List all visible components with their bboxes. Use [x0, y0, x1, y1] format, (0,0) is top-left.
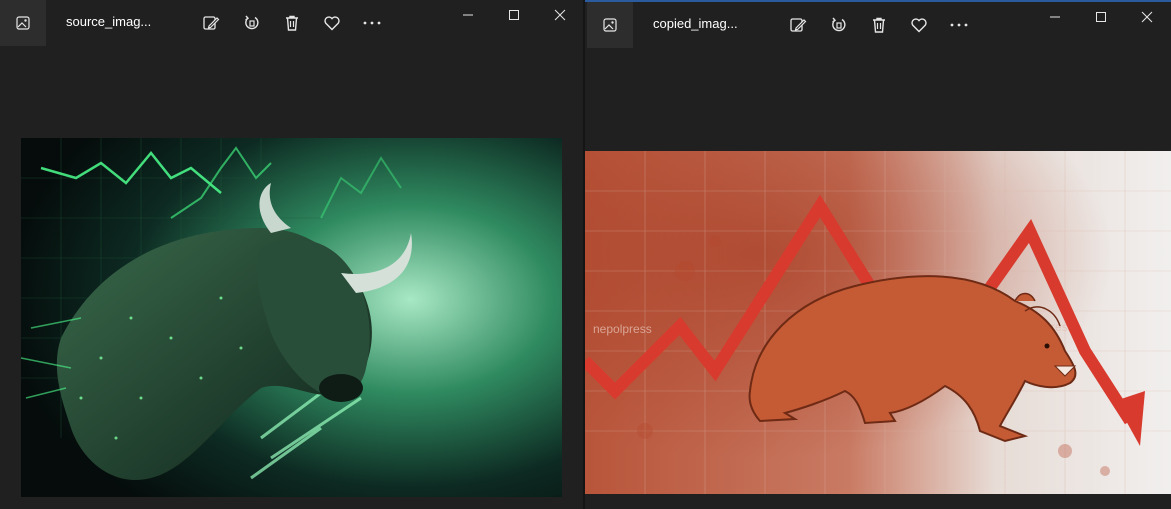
- photos-app-icon: [0, 0, 46, 46]
- maximize-icon: [508, 9, 520, 21]
- delete-icon: [283, 14, 301, 32]
- title-bar[interactable]: source_imag...: [0, 0, 583, 46]
- rotate-icon: [830, 16, 848, 34]
- window-title: copied_imag...: [653, 16, 738, 31]
- favorite-icon: [910, 16, 928, 34]
- delete-button[interactable]: [865, 11, 893, 39]
- photos-app-icon: [587, 2, 633, 48]
- bear-image: nepolpress nepolpress nepolpress: [585, 151, 1171, 494]
- close-icon: [554, 9, 566, 21]
- window-title: source_imag...: [66, 14, 152, 29]
- more-options-button[interactable]: [945, 11, 973, 39]
- delete-button[interactable]: [278, 9, 306, 37]
- more-icon: [362, 20, 382, 26]
- maximize-icon: [1095, 11, 1107, 23]
- rotate-button[interactable]: [825, 11, 853, 39]
- rotate-button[interactable]: [238, 9, 266, 37]
- close-icon: [1141, 11, 1153, 23]
- photo-viewer-window-right: copied_imag... nepolpress: [585, 0, 1171, 509]
- delete-icon: [870, 16, 888, 34]
- more-options-button[interactable]: [358, 9, 386, 37]
- minimize-icon: [1049, 11, 1061, 23]
- bull-image: [21, 138, 562, 497]
- close-button[interactable]: [1124, 2, 1170, 32]
- rotate-icon: [243, 14, 261, 32]
- more-icon: [949, 22, 969, 28]
- minimize-icon: [462, 9, 474, 21]
- maximize-button[interactable]: [491, 0, 537, 30]
- favorite-icon: [323, 14, 341, 32]
- minimize-button[interactable]: [445, 0, 491, 30]
- favorite-button[interactable]: [318, 9, 346, 37]
- edit-image-button[interactable]: [784, 11, 812, 39]
- edit-image-icon: [789, 16, 807, 34]
- favorite-button[interactable]: [905, 11, 933, 39]
- edit-image-button[interactable]: [197, 9, 225, 37]
- title-bar[interactable]: copied_imag...: [585, 2, 1171, 48]
- minimize-button[interactable]: [1032, 2, 1078, 32]
- edit-image-icon: [202, 14, 220, 32]
- close-button[interactable]: [537, 0, 583, 30]
- watermark-text: nepolpress: [593, 322, 652, 336]
- photo-viewer-window-left: source_imag...: [0, 0, 583, 509]
- maximize-button[interactable]: [1078, 2, 1124, 32]
